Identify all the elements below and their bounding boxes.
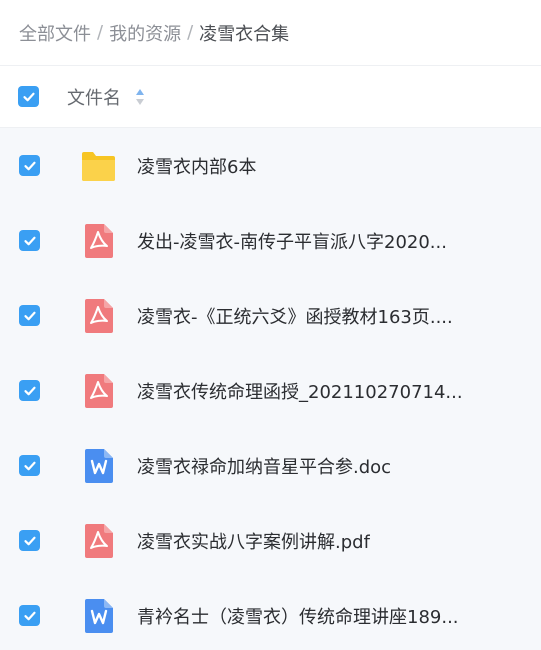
check-icon — [23, 236, 36, 245]
file-checkbox[interactable] — [19, 380, 40, 401]
file-name[interactable]: 凌雪衣禄命加纳音星平合参.doc — [137, 453, 391, 479]
file-checkbox[interactable] — [19, 530, 40, 551]
file-name[interactable]: 凌雪衣实战八字案例讲解.pdf — [137, 528, 370, 554]
word-icon — [80, 447, 117, 484]
breadcrumb-current-folder: 凌雪衣合集 — [199, 23, 290, 45]
folder-icon — [80, 147, 117, 184]
check-icon — [23, 611, 36, 620]
file-checkbox[interactable] — [19, 305, 40, 326]
list-header: 文件名 — [0, 66, 541, 128]
check-icon — [23, 161, 36, 170]
word-icon — [80, 597, 117, 634]
file-name[interactable]: 凌雪衣-《正统六爻》函授教材163页.... — [137, 303, 453, 329]
file-checkbox[interactable] — [19, 605, 40, 626]
breadcrumb-separator: / — [97, 22, 104, 43]
check-icon — [23, 386, 36, 395]
select-all-checkbox[interactable] — [18, 86, 39, 107]
file-list: 凌雪衣内部6本发出-凌雪衣-南传子平盲派八字2020... 凌雪衣-《正统六爻》函… — [0, 128, 541, 650]
file-name[interactable]: 发出-凌雪衣-南传子平盲派八字2020... — [137, 228, 447, 254]
column-title-filename[interactable]: 文件名 — [67, 84, 121, 110]
check-icon — [22, 92, 35, 101]
file-row[interactable]: 青衿名士（凌雪衣）传统命理讲座189... — [0, 578, 541, 650]
breadcrumb: 全部文件 / 我的资源 / 凌雪衣合集 — [0, 0, 541, 66]
file-name[interactable]: 凌雪衣内部6本 — [137, 153, 256, 179]
check-icon — [23, 311, 36, 320]
file-row[interactable]: 凌雪衣-《正统六爻》函授教材163页.... — [0, 278, 541, 353]
file-checkbox[interactable] — [19, 155, 40, 176]
sort-updown-icon[interactable] — [135, 88, 145, 106]
file-name[interactable]: 青衿名士（凌雪衣）传统命理讲座189... — [137, 603, 459, 629]
breadcrumb-my-resources[interactable]: 我的资源 — [109, 20, 181, 46]
file-row[interactable]: 凌雪衣禄命加纳音星平合参.doc — [0, 428, 541, 503]
breadcrumb-all-files[interactable]: 全部文件 — [19, 20, 91, 46]
pdf-icon — [80, 372, 117, 409]
breadcrumb-separator: / — [187, 22, 194, 43]
file-name[interactable]: 凌雪衣传统命理函授_202110270714... — [137, 378, 463, 404]
pdf-icon — [80, 222, 117, 259]
file-row[interactable]: 发出-凌雪衣-南传子平盲派八字2020... — [0, 203, 541, 278]
check-icon — [23, 461, 36, 470]
file-checkbox[interactable] — [19, 230, 40, 251]
file-row[interactable]: 凌雪衣内部6本 — [0, 128, 541, 203]
file-row[interactable]: 凌雪衣传统命理函授_202110270714... — [0, 353, 541, 428]
pdf-icon — [80, 522, 117, 559]
pdf-icon — [80, 297, 117, 334]
file-checkbox[interactable] — [19, 455, 40, 476]
file-row[interactable]: 凌雪衣实战八字案例讲解.pdf — [0, 503, 541, 578]
check-icon — [23, 536, 36, 545]
